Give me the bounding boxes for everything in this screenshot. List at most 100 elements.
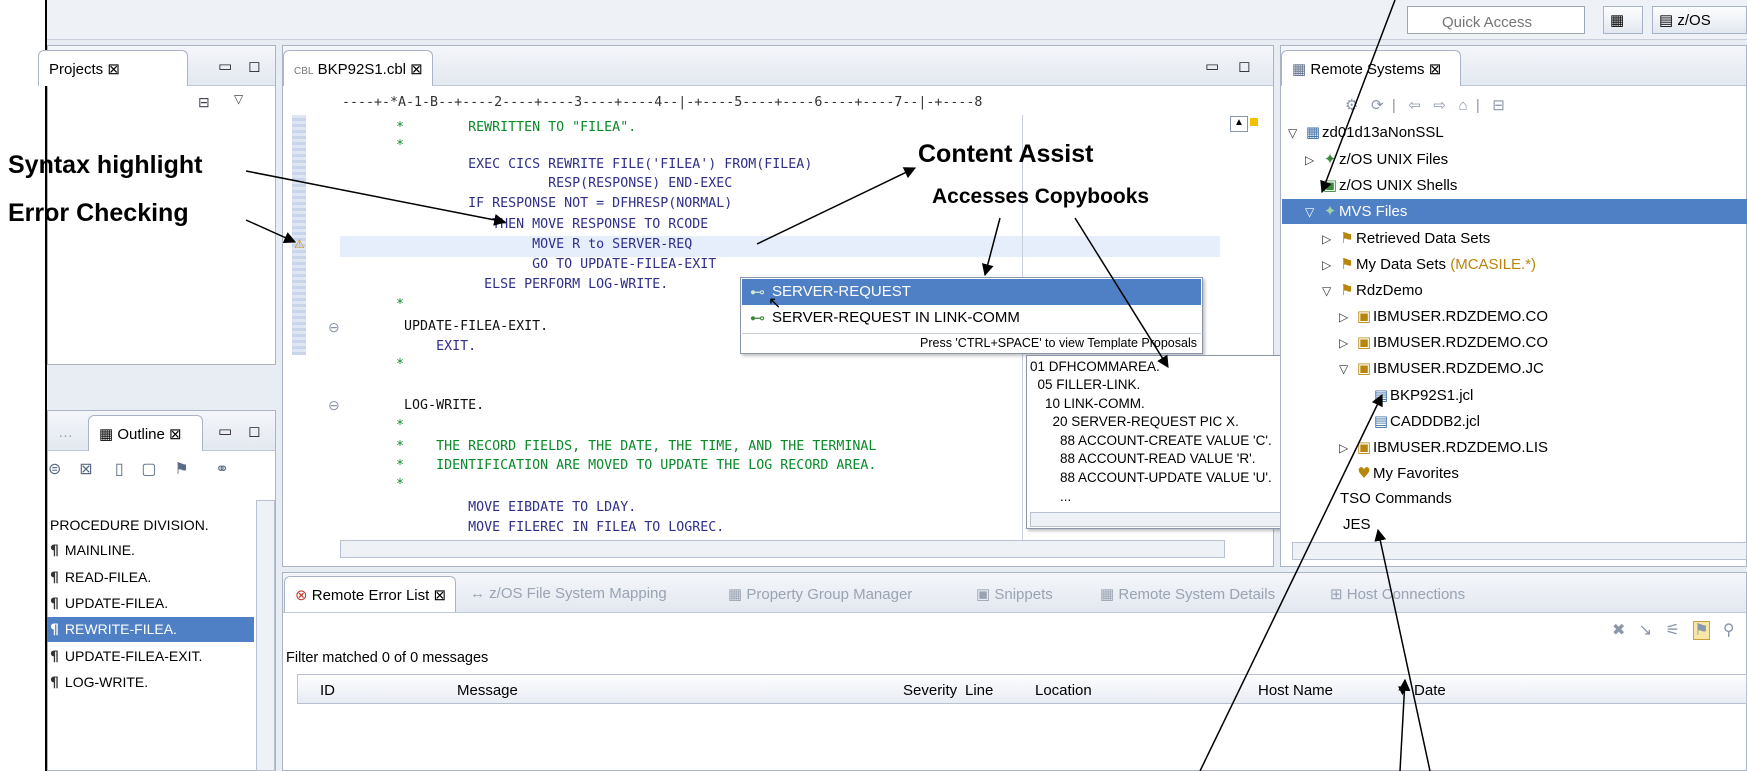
- collapse-all-icon[interactable]: ⊟: [198, 94, 210, 111]
- minimize-icon[interactable]: ▭: [218, 57, 232, 75]
- tab-host-connections[interactable]: ⊞ Host Connections: [1320, 576, 1475, 612]
- code-line[interactable]: * THE RECORD FIELDS, THE DATE, THE TIME,…: [340, 439, 876, 454]
- code-line[interactable]: RESP(RESPONSE) END-EXEC: [340, 176, 732, 191]
- home-icon[interactable]: ⌂: [1458, 97, 1467, 114]
- tree-node-my-data-sets[interactable]: ▷ ⚑ My Data Sets (MCASILE.*): [1322, 255, 1536, 273]
- code-line[interactable]: MOVE EIBDATE TO LDAY.: [340, 500, 636, 515]
- outline-item[interactable]: ¶ UPDATE-FILEA.: [50, 595, 168, 612]
- forward-icon[interactable]: ⇨: [1433, 97, 1446, 114]
- tab-property-group-manager[interactable]: ▦ Property Group Manager: [718, 576, 922, 612]
- fold-icon[interactable]: ⊖: [328, 397, 340, 414]
- remote-systems-hscrollbar[interactable]: [1292, 542, 1747, 560]
- outline-item[interactable]: ¶ READ-FILEA.: [50, 569, 151, 586]
- hide-fields-icon[interactable]: ▯: [115, 461, 124, 478]
- search-icon[interactable]: ⚲: [1723, 622, 1735, 639]
- column-header-severity[interactable]: Severity: [903, 682, 957, 699]
- code-line[interactable]: GO TO UPDATE-FILEA-EXIT: [340, 257, 716, 272]
- code-line[interactable]: THEN MOVE RESPONSE TO RCODE: [340, 217, 708, 232]
- tree-node-favorites[interactable]: ♥ My Favorites: [1339, 464, 1459, 482]
- code-line[interactable]: UPDATE-FILEA-EXIT.: [340, 319, 548, 334]
- warning-icon[interactable]: ⚠: [294, 237, 305, 251]
- code-line[interactable]: *: [340, 418, 404, 433]
- tab-zos-file-system-mapping[interactable]: ↔ z/OS File System Mapping: [460, 576, 677, 612]
- zos-perspective-button[interactable]: ▤ z/OS: [1652, 6, 1747, 34]
- tree-node-dataset[interactable]: ▷ ▣ IBMUSER.RDZDEMO.CO: [1339, 307, 1548, 325]
- tab-snippets[interactable]: ▣ Snippets: [966, 576, 1063, 612]
- open-perspective-button[interactable]: ▦: [1603, 6, 1643, 34]
- quick-access-input[interactable]: [1407, 6, 1585, 34]
- overview-scroll-up[interactable]: ▲: [1230, 116, 1248, 132]
- tree-label: RdzDemo: [1356, 282, 1423, 299]
- minimize-icon[interactable]: ▭: [1205, 57, 1219, 75]
- sort-icon[interactable]: ⊜: [48, 461, 61, 478]
- content-assist-item-selected[interactable]: ⊷ SERVER-REQUEST: [742, 279, 1201, 305]
- code-line[interactable]: ELSE PERFORM LOG-WRITE.: [340, 277, 668, 292]
- filter-icon[interactable]: ⊠: [79, 461, 92, 478]
- column-header-host-name[interactable]: Host Name: [1258, 682, 1333, 699]
- tree-node-dataset[interactable]: ▷ ▣ IBMUSER.RDZDEMO.CO: [1339, 333, 1548, 351]
- outline-item[interactable]: ¶ LOG-WRITE.: [50, 674, 148, 691]
- tree-node-mvs-files[interactable]: ▽ ✦ MVS Files: [1305, 202, 1407, 220]
- code-line[interactable]: * REWRITTEN TO "FILEA".: [340, 120, 636, 135]
- content-assist-item[interactable]: ⊷ SERVER-REQUEST IN LINK-COMM: [742, 305, 1201, 331]
- tree-node-jes[interactable]: JES: [1343, 516, 1371, 533]
- tab-bkp92s1-cbl[interactable]: CBL BKP92S1.cbl ⊠: [283, 50, 433, 86]
- outline-item[interactable]: ¶ MAINLINE.: [50, 542, 135, 559]
- tab-remote-system-details[interactable]: ▦ Remote System Details: [1090, 576, 1285, 612]
- column-header-date[interactable]: ▼ Date: [1395, 682, 1446, 699]
- maximize-icon[interactable]: ◻: [248, 422, 260, 440]
- hide-nonpublic-icon[interactable]: ▢: [141, 461, 156, 478]
- code-line[interactable]: IF RESPONSE NOT = DFHRESP(NORMAL): [340, 196, 732, 211]
- copybook-popup-hscrollbar[interactable]: [1030, 512, 1318, 527]
- column-header-id[interactable]: ID: [320, 682, 335, 699]
- code-line[interactable]: EXIT.: [340, 339, 476, 354]
- filter-icon[interactable]: ⚟: [1666, 622, 1680, 639]
- tab-hidden[interactable]: …: [48, 415, 88, 451]
- new-connection-icon[interactable]: ⚙: [1345, 97, 1358, 114]
- tab-projects[interactable]: Projects ⊠: [38, 50, 188, 86]
- column-header-line[interactable]: Line: [965, 682, 993, 699]
- hide-static-icon[interactable]: ⚑: [174, 461, 188, 478]
- tree-node-member[interactable]: ▤ BKP92S1.jcl: [1372, 386, 1473, 404]
- column-header-message[interactable]: Message: [457, 682, 518, 699]
- column-header-location[interactable]: Location: [1035, 682, 1092, 699]
- code-line[interactable]: *: [340, 477, 404, 492]
- tree-node-unix-files[interactable]: ▷ ✦ z/OS UNIX Files: [1305, 150, 1448, 168]
- toggle-icon[interactable]: ⚑: [1693, 621, 1710, 640]
- tab-outline[interactable]: ▦ Outline ⊠: [88, 415, 203, 451]
- code-line[interactable]: EXEC CICS REWRITE FILE('FILEA') FROM(FIL…: [340, 157, 812, 172]
- editor-hscrollbar[interactable]: [340, 540, 1225, 558]
- goto-icon[interactable]: ↘: [1639, 622, 1652, 639]
- tree-node-member[interactable]: ▤ CADDDB2.jcl: [1372, 412, 1480, 430]
- tree-node-dataset[interactable]: ▽ ▣ IBMUSER.RDZDEMO.JC: [1339, 359, 1544, 377]
- outline-item[interactable]: PROCEDURE DIVISION.: [50, 517, 209, 533]
- clear-icon[interactable]: ✖: [1612, 622, 1625, 639]
- tab-remote-systems[interactable]: ▦ Remote Systems ⊠: [1281, 50, 1461, 86]
- code-line[interactable]: *: [340, 297, 404, 312]
- maximize-icon[interactable]: ◻: [1238, 57, 1250, 75]
- tree-node-tso[interactable]: TSO Commands: [1340, 490, 1452, 507]
- tree-node-rdzdemo[interactable]: ▽ ⚑ RdzDemo: [1322, 281, 1423, 299]
- minimize-icon[interactable]: ▭: [218, 422, 232, 440]
- outline-item-selected[interactable]: ¶ REWRITE-FILEA.: [50, 621, 177, 638]
- collapse-all-icon[interactable]: ⊟: [1492, 97, 1505, 114]
- code-line[interactable]: MOVE FILEREC IN FILEA TO LOGREC.: [340, 520, 724, 535]
- tab-remote-error-list[interactable]: ⊗ Remote Error List ⊠: [284, 576, 456, 612]
- view-menu-icon[interactable]: ▽: [234, 92, 243, 106]
- outline-item[interactable]: ¶ UPDATE-FILEA-EXIT.: [50, 648, 202, 665]
- tree-node-connection[interactable]: ▽ ▦ zd01d13aNonSSL: [1288, 123, 1444, 141]
- code-line[interactable]: *: [340, 357, 404, 372]
- code-line[interactable]: * IDENTIFICATION ARE MOVED TO UPDATE THE…: [340, 458, 876, 473]
- tree-node-unix-shells[interactable]: ▣ z/OS UNIX Shells: [1305, 176, 1457, 194]
- fold-icon[interactable]: ⊖: [328, 319, 340, 336]
- code-line[interactable]: *: [340, 138, 404, 153]
- code-line-current[interactable]: MOVE R to SERVER-REQ: [340, 237, 692, 252]
- tree-node-dataset[interactable]: ▷ ▣ IBMUSER.RDZDEMO.LIS: [1339, 438, 1548, 456]
- outline-scrollbar[interactable]: [256, 500, 275, 771]
- link-editor-icon[interactable]: ⚭: [215, 461, 228, 478]
- tree-node-retrieved[interactable]: ▷ ⚑ Retrieved Data Sets: [1322, 229, 1490, 247]
- back-icon[interactable]: ⇦: [1408, 97, 1421, 114]
- code-line[interactable]: LOG-WRITE.: [340, 398, 484, 413]
- maximize-icon[interactable]: ◻: [248, 57, 260, 75]
- refresh-icon[interactable]: ⟳: [1371, 97, 1384, 114]
